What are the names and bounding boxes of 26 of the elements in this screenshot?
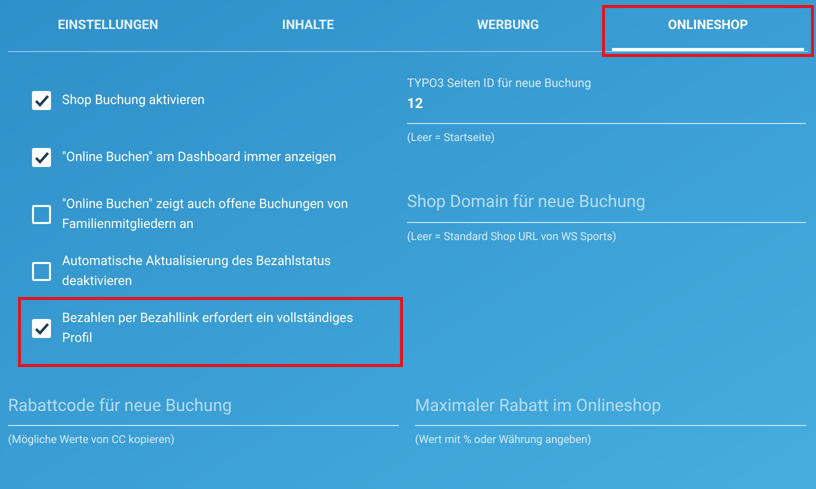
checkbox[interactable] xyxy=(32,262,51,281)
input-field[interactable]: Shop Domain für neue Buchung xyxy=(407,190,806,216)
checkbox[interactable] xyxy=(32,319,51,338)
tab[interactable]: INHALTE xyxy=(208,0,408,51)
field-hint: (Wert mit % oder Währung angeben) xyxy=(415,432,592,448)
tab[interactable]: WERBUNG xyxy=(408,0,608,51)
checkbox-label: Automatische Aktualisierung des Bezahlstatus deaktivieren xyxy=(62,252,332,290)
checkbox[interactable] xyxy=(32,91,51,110)
tab[interactable]: ONLINESHOP xyxy=(612,0,804,51)
input-field[interactable]: 12 xyxy=(407,95,806,113)
field-hint: (Mögliche Werte von CC kopieren) xyxy=(8,432,176,448)
field-hint: (Leer = Standard Shop URL von WS Sports) xyxy=(407,228,618,244)
checkbox[interactable] xyxy=(32,148,51,167)
tab[interactable]: EINSTELLUNGEN xyxy=(8,0,208,51)
field-hint: (Leer = Startseite) xyxy=(407,130,496,146)
checkbox[interactable] xyxy=(32,205,51,224)
checkbox-label: "Online Buchen" am Dashboard immer anzeigen xyxy=(62,148,338,166)
checkmark-icon xyxy=(34,152,48,164)
checkmark-icon xyxy=(34,322,48,334)
checkbox-label: Bezahlen per Bezahllink erfordert ein vollständiges Profil xyxy=(62,310,354,348)
input-field[interactable]: Rabattcode für neue Buchung xyxy=(8,394,399,419)
input-field[interactable]: Maximaler Rabatt im Onlineshop xyxy=(415,394,806,419)
checkbox-label: Shop Buchung aktivieren xyxy=(62,92,206,110)
field-label: TYPO3 Seiten ID für neue Buchung xyxy=(407,75,592,92)
checkmark-icon xyxy=(34,94,48,106)
checkbox-label: "Online Buchen" zeigt auch offene Buchungen von Familienmitgliedern an xyxy=(62,196,350,234)
